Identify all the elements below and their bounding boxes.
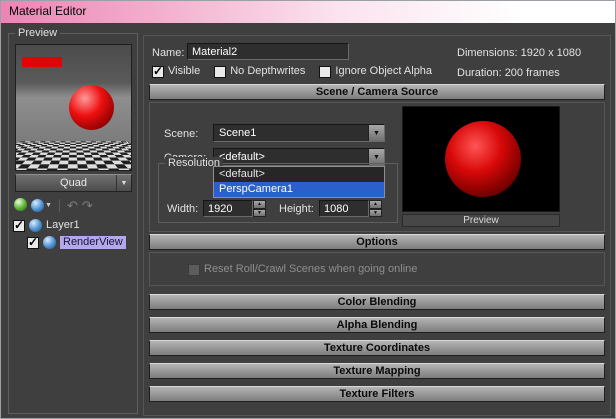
check-icon: ✓: [153, 63, 164, 78]
tree-item-label: Layer1: [46, 219, 80, 231]
material-properties-panel: Name: Dimensions: 1920 x 1080 ✓ Visible …: [143, 35, 611, 416]
no-depthwrites-label: No Depthwrites: [230, 65, 306, 77]
width-spin-up-button[interactable]: ▲: [253, 200, 266, 209]
globe-icon: [14, 197, 27, 211]
height-spin-down-button[interactable]: ▼: [369, 208, 382, 217]
add-layer-button[interactable]: [14, 197, 27, 214]
quad-mode-label: Quad: [60, 177, 87, 189]
height-label: Height:: [279, 203, 314, 215]
camera-dropdown-list: <default> PerspCamera1: [213, 166, 385, 198]
render-preview-caption: Preview: [402, 214, 560, 227]
material-preview-image: [15, 44, 132, 171]
scene-label: Scene:: [164, 128, 199, 140]
section-header-alpha-blending[interactable]: Alpha Blending: [149, 317, 605, 333]
section-header-texture-mapping[interactable]: Texture Mapping: [149, 363, 605, 379]
chevron-down-icon: ▼: [45, 202, 52, 209]
scene-dropdown[interactable]: Scene1 ▼: [213, 124, 385, 142]
titlebar[interactable]: Material Editor: [1, 1, 615, 23]
height-input[interactable]: [319, 200, 369, 217]
no-depthwrites-checkbox[interactable]: [214, 65, 227, 78]
check-icon: ✓: [28, 234, 39, 249]
name-label: Name:: [152, 47, 185, 59]
window-body: Preview Quad ▼ ▼ ↶ ↷ ✓ Layer1 ✓ RenderVi…: [1, 23, 615, 418]
height-spin-up-button[interactable]: ▲: [369, 200, 382, 209]
quad-mode-button[interactable]: Quad ▼: [15, 174, 132, 192]
layer-type-dropdown[interactable]: ▼: [31, 199, 52, 212]
down-arrow-icon: ▼: [373, 209, 378, 216]
ignore-object-alpha-label: Ignore Object Alpha: [335, 65, 433, 77]
section-header-options[interactable]: Options: [149, 234, 605, 250]
checkerboard-floor: [16, 141, 131, 170]
reset-roll-crawl-checkbox-row: Reset Roll/Crawl Scenes when going onlin…: [188, 263, 417, 276]
layer-toolbar: ▼ ↶ ↷: [14, 197, 93, 214]
section-header-texture-coordinates[interactable]: Texture Coordinates: [149, 340, 605, 356]
section-header-scene-camera-source[interactable]: Scene / Camera Source: [149, 84, 605, 100]
layer1-checkbox[interactable]: ✓: [13, 217, 25, 232]
visible-checkbox[interactable]: ✓: [152, 63, 164, 78]
camera-dropdown-value: <default>: [219, 151, 265, 163]
curved-arrow-right-icon: ↷: [81, 197, 93, 213]
red-bar-graphic: [22, 57, 62, 67]
ignore-object-alpha-checkbox[interactable]: [319, 65, 332, 78]
dimensions-text: Dimensions: 1920 x 1080: [457, 47, 582, 59]
preview-panel: Preview Quad ▼ ▼ ↶ ↷ ✓ Layer1 ✓ RenderVi…: [8, 27, 138, 414]
globe-icon: [31, 199, 44, 212]
tree-item-label-selected: RenderView: [60, 236, 126, 249]
chevron-down-icon: ▼: [116, 175, 131, 191]
layer-globe-icon: [29, 219, 42, 232]
width-label: Width:: [167, 203, 199, 215]
camera-render-preview: [402, 106, 560, 212]
reset-roll-crawl-label: Reset Roll/Crawl Scenes when going onlin…: [204, 263, 418, 275]
options-content: Reset Roll/Crawl Scenes when going onlin…: [149, 252, 605, 286]
tree-item-layer1[interactable]: ✓ Layer1: [13, 218, 80, 233]
up-arrow-icon: ▲: [373, 201, 378, 208]
section-header-color-blending[interactable]: Color Blending: [149, 294, 605, 310]
camera-option-perspcamera1[interactable]: PerspCamera1: [214, 182, 384, 197]
move-layer-up-button[interactable]: ↶: [67, 199, 78, 213]
red-sphere-render: [445, 121, 521, 197]
visible-checkbox-row[interactable]: ✓ Visible: [152, 63, 201, 78]
duration-text: Duration: 200 frames: [457, 67, 560, 79]
ignore-object-alpha-checkbox-row[interactable]: Ignore Object Alpha: [319, 65, 432, 78]
no-depthwrites-checkbox-row[interactable]: No Depthwrites: [214, 65, 305, 78]
width-spin-down-button[interactable]: ▼: [253, 208, 266, 217]
visible-label: Visible: [168, 65, 201, 77]
chevron-down-icon[interactable]: ▼: [368, 125, 384, 141]
flags-row: ✓ Visible No Depthwrites Ignore Object A…: [152, 63, 432, 78]
reset-roll-crawl-checkbox: [188, 263, 200, 276]
scene-camera-content: Scene: Scene1 ▼ Camera: <default> ▼ <def…: [149, 102, 605, 232]
section-header-texture-filters[interactable]: Texture Filters: [149, 386, 605, 402]
up-arrow-icon: ▲: [257, 201, 262, 208]
curved-arrow-left-icon: ↶: [66, 197, 78, 213]
renderview-globe-icon: [43, 236, 56, 249]
height-spinner: ▲ ▼: [319, 200, 382, 217]
width-spinner: ▲ ▼: [203, 200, 266, 217]
preview-panel-label: Preview: [15, 27, 61, 40]
window-title: Material Editor: [9, 4, 87, 18]
down-arrow-icon: ▼: [257, 209, 262, 216]
red-sphere-graphic: [69, 85, 114, 130]
renderview-checkbox[interactable]: ✓: [27, 234, 39, 249]
toolbar-separator: [58, 199, 60, 212]
tree-item-renderview[interactable]: ✓ RenderView: [27, 235, 126, 250]
move-layer-down-button[interactable]: ↷: [82, 199, 93, 213]
width-input[interactable]: [203, 200, 253, 217]
material-editor-window: Material Editor Preview Quad ▼ ▼ ↶ ↷ ✓ L…: [0, 0, 616, 419]
scene-dropdown-value: Scene1: [219, 127, 257, 139]
check-icon: ✓: [14, 217, 25, 232]
camera-option-default[interactable]: <default>: [214, 167, 384, 182]
name-input[interactable]: [187, 43, 349, 60]
